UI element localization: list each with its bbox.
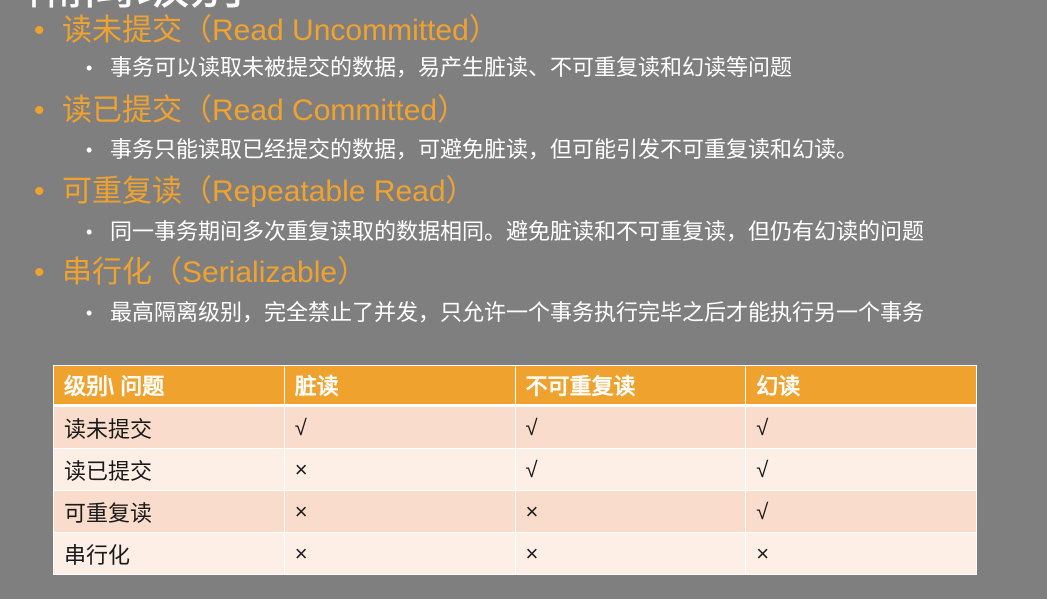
table-cell: √ xyxy=(745,405,977,449)
bullet-detail-repeatable-read: 同一事务期间多次重复读取的数据相同。避免脏读和不可重复读，但仍有幻读的问题 xyxy=(86,219,924,245)
table-cell-level: 可重复读 xyxy=(53,490,285,533)
table-cell: √ xyxy=(283,405,516,449)
bullet-heading-repeatable-read: 可重复读（Repeatable Read） xyxy=(34,174,475,210)
table-cell: × xyxy=(745,532,977,575)
bullet-detail-read-uncommitted: 事务可以读取未被提交的数据，易产生脏读、不可重复读和幻读等问题 xyxy=(86,55,792,81)
table-row: 读已提交 × √ √ xyxy=(53,448,977,491)
isolation-level-table: 级别\ 问题 脏读 不可重复读 幻读 读未提交 √ √ √ 读已提交 × √ √… xyxy=(53,365,977,575)
table-cell: × xyxy=(283,448,516,491)
slide-title-area: 隔离级别 xyxy=(28,0,348,14)
table-header-cell: 幻读 xyxy=(745,365,977,407)
table-cell-level: 读已提交 xyxy=(53,448,285,491)
bullet-heading-read-committed: 读已提交（Read Committed） xyxy=(34,93,467,129)
bullet-detail-serializable: 最高隔离级别，完全禁止了并发，只允许一个事务执行完毕之后才能执行另一个事务 xyxy=(86,300,924,326)
table-header-row: 级别\ 问题 脏读 不可重复读 幻读 xyxy=(53,365,977,407)
table-row: 可重复读 × × √ xyxy=(53,490,977,533)
table-cell: √ xyxy=(745,448,977,491)
table-header-cell: 不可重复读 xyxy=(514,365,747,407)
table-row: 读未提交 √ √ √ xyxy=(53,405,977,449)
bullet-heading-read-uncommitted: 读未提交（Read Uncommitted） xyxy=(34,13,499,49)
table-header-cell: 级别\ 问题 xyxy=(53,365,285,407)
table-cell: × xyxy=(514,532,747,575)
table-cell-level: 读未提交 xyxy=(53,405,285,449)
table-cell: √ xyxy=(514,405,747,449)
table-cell: × xyxy=(283,490,516,533)
table-cell: √ xyxy=(745,490,977,533)
slide-title: 隔离级别 xyxy=(28,0,244,14)
bullet-detail-read-committed: 事务只能读取已经提交的数据，可避免脏读，但可能引发不可重复读和幻读。 xyxy=(86,137,858,163)
table-header-cell: 脏读 xyxy=(283,365,516,407)
table-cell: × xyxy=(514,490,747,533)
table-row: 串行化 × × × xyxy=(53,532,977,575)
table-cell: √ xyxy=(514,448,747,491)
table-cell-level: 串行化 xyxy=(53,532,285,575)
bullet-heading-serializable: 串行化（Serializable） xyxy=(34,255,367,291)
table-cell: × xyxy=(283,532,516,575)
